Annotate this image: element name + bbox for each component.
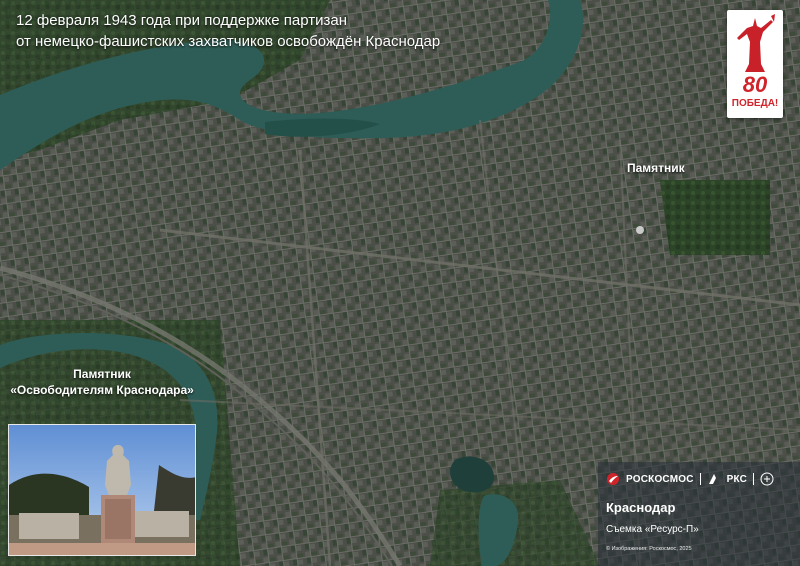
roscosmos-logo-icon [607,473,619,485]
inset-title-line-2: «Освободителям Краснодара» [10,383,194,397]
title-line-2: от немецко-фашистских захватчиков освобо… [16,33,441,50]
badge-number: 80 [742,72,768,97]
copyright: © Изображения: Роскосмос, 2025 [606,546,692,552]
info-panel: РОСКОСМОС РКС Краснодар Съемка «Ресурс-П… [598,462,800,566]
motherland-statue-icon [737,14,775,72]
rks-logo-text: РКС [726,473,748,485]
satellite-map: 12 февраля 1943 года при поддержке парти… [0,0,800,566]
inset-title-line-1: Памятник [73,367,131,381]
city-name: Краснодар [606,500,676,515]
map-title: 12 февраля 1943 года при поддержке парти… [16,10,440,52]
monument-photo-image [9,425,195,555]
rks-logo-icon [708,474,716,484]
monument-photo [8,424,196,556]
logo-separator-2 [753,473,755,485]
badge-word: ПОБЕДА! [731,98,779,109]
inset-title: Памятник «Освободителям Краснодара» [8,366,196,398]
roscosmos-logo-text: РОСКОСМОС [626,473,694,485]
logo-separator [699,473,701,485]
emblem-icon [760,472,774,486]
logos: РОСКОСМОС РКС [606,472,774,486]
shooting-caption: Съемка «Ресурс-П» [606,524,699,535]
monument-label: Памятник [627,161,685,175]
title-line-1: 12 февраля 1943 года при поддержке парти… [16,12,348,29]
victory-80-badge: 80 ПОБЕДА! [727,10,783,118]
